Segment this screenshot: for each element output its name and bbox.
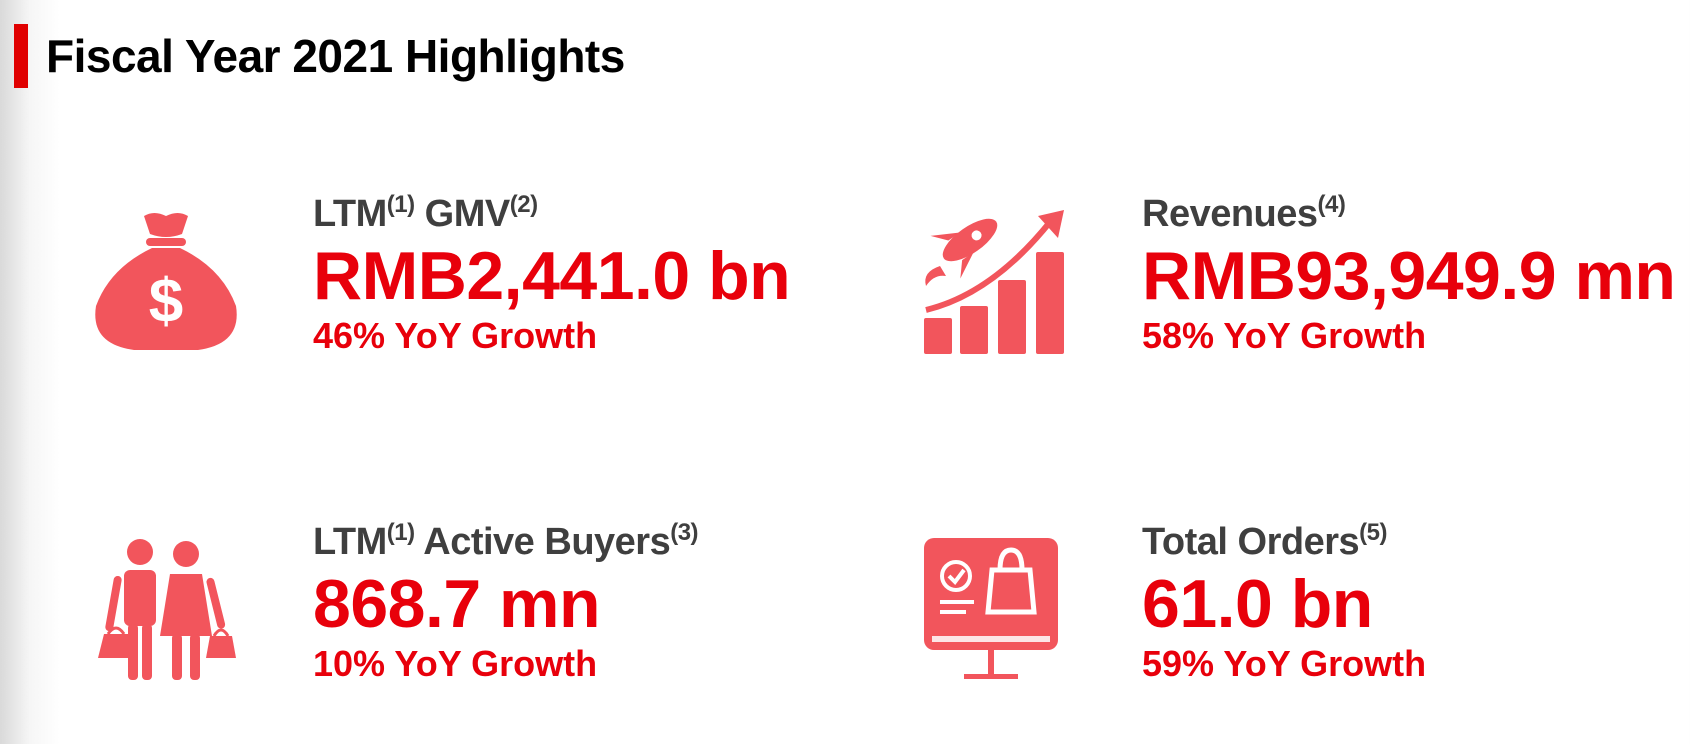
- title-accent-bar: [14, 24, 28, 88]
- metric-total-orders: Total Orders(5) 61.0 bn 59% YoY Growth: [1142, 520, 1690, 686]
- money-bag-icon: $: [94, 210, 238, 354]
- metric-growth: 59% YoY Growth: [1142, 643, 1427, 684]
- footnote-ref: (5): [1359, 519, 1387, 546]
- label-text: LTM: [313, 193, 387, 235]
- metric-label: Total Orders(5): [1142, 520, 1690, 564]
- footnote-ref: (1): [386, 191, 415, 218]
- rocket-growth-chart-icon: [922, 210, 1068, 356]
- metric-value: RMB93,949.9 mn: [1142, 238, 1676, 314]
- shoppers-icon: [96, 538, 240, 682]
- footnote-ref: (3): [670, 519, 699, 546]
- metric-label: Revenues(4): [1142, 192, 1690, 236]
- label-text: LTM: [313, 521, 387, 563]
- metric-value: 868.7 mn: [313, 566, 601, 642]
- page-title: Fiscal Year 2021 Highlights: [46, 30, 625, 82]
- online-shopping-monitor-icon: [922, 536, 1062, 684]
- metric-value: 61.0 bn: [1142, 566, 1373, 642]
- metric-active-buyers: LTM(1) Active Buyers(3) 868.7 mn 10% YoY…: [313, 520, 933, 686]
- metric-value: RMB2,441.0 bn: [313, 238, 791, 314]
- footnote-ref: (1): [386, 519, 415, 546]
- footnote-ref: (4): [1317, 191, 1346, 218]
- metric-gmv: LTM(1) GMV(2) RMB2,441.0 bn 46% YoY Grow…: [313, 192, 933, 358]
- metric-growth: 46% YoY Growth: [313, 315, 598, 356]
- svg-text:$: $: [149, 267, 183, 336]
- metric-label: LTM(1) Active Buyers(3): [313, 520, 933, 564]
- metric-label: LTM(1) GMV(2): [313, 192, 933, 236]
- label-text: Revenues: [1142, 193, 1318, 235]
- metric-growth: 10% YoY Growth: [313, 643, 598, 684]
- label-text-suffix: GMV: [414, 193, 511, 235]
- label-text-suffix: Active Buyers: [414, 521, 671, 563]
- footnote-ref: (2): [509, 191, 538, 218]
- metric-revenues: Revenues(4) RMB93,949.9 mn 58% YoY Growt…: [1142, 192, 1690, 358]
- label-text: Total Orders: [1142, 521, 1360, 563]
- metric-growth: 58% YoY Growth: [1142, 315, 1427, 356]
